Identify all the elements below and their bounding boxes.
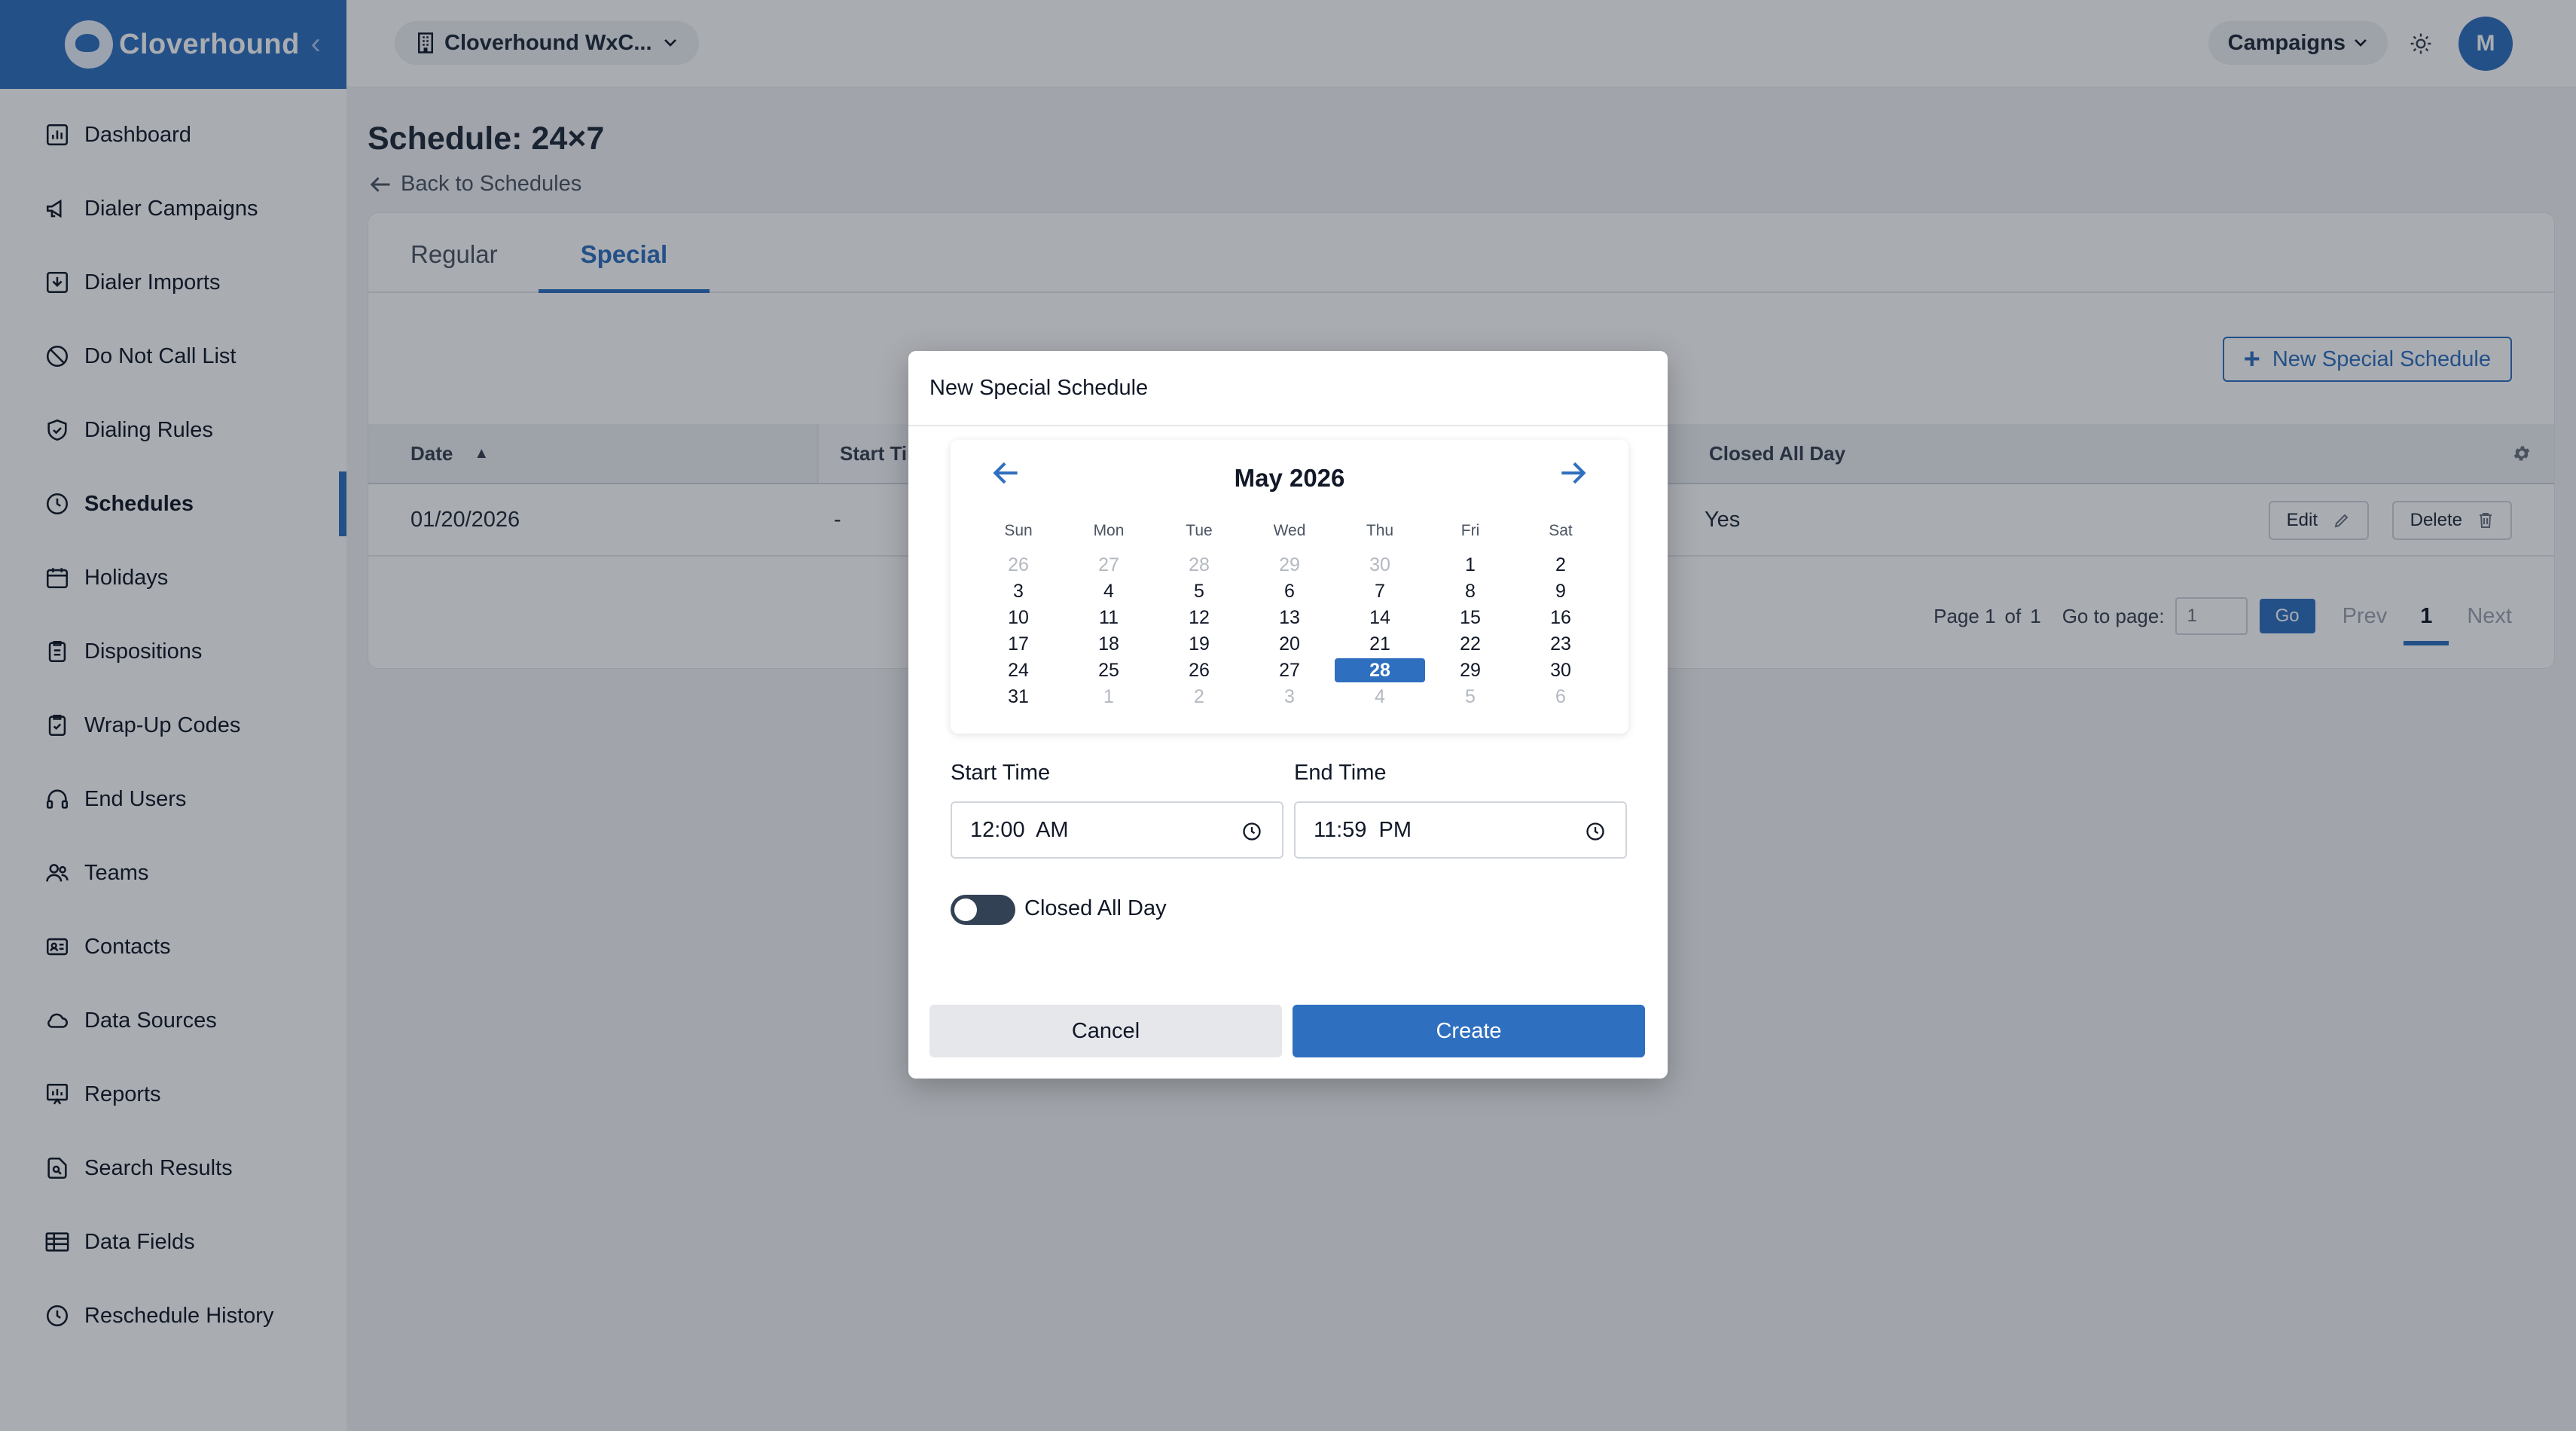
calendar-day[interactable]: 10 — [973, 606, 1064, 630]
calendar-week-row: 3456789 — [973, 578, 1606, 604]
calendar-day[interactable]: 1 — [1425, 553, 1515, 577]
start-time-value: 12:00 AM — [970, 817, 1069, 842]
calendar-day[interactable]: 29 — [1244, 553, 1335, 577]
calendar-week-row: 17 18 19 20 21 22 23 — [973, 630, 1606, 657]
calendar-week-row: 26 27 28 29 30 1 2 — [973, 551, 1606, 578]
end-time-input[interactable]: 11:59 PM — [1294, 801, 1627, 859]
calendar-day[interactable]: 15 — [1425, 606, 1515, 630]
calendar-weeks: 26 27 28 29 30 1 2 3 4 5 6 7 8 9 10 11 12 13 14 15 16 17 18 19 2… — [973, 551, 1606, 709]
calendar-day[interactable]: 20 — [1244, 632, 1335, 656]
calendar-day[interactable]: 14 — [1335, 606, 1425, 630]
calendar-day[interactable]: 31 — [973, 685, 1064, 709]
calendar-day[interactable]: 3 — [973, 579, 1064, 603]
date-picker: May 2026 Sun Mon Tue Wed Thu Fri Sat 26 2… — [951, 440, 1628, 734]
calendar-day[interactable]: 8 — [1425, 579, 1515, 603]
closed-all-day-toggle[interactable] — [951, 895, 1015, 925]
dialog-title: New Special Schedule — [908, 351, 1668, 426]
weekday-label: Wed — [1273, 522, 1306, 539]
calendar-day[interactable]: 16 — [1515, 606, 1606, 630]
calendar-week-row: 24 25 26 27 28 29 30 — [973, 657, 1606, 683]
calendar-day[interactable]: 23 — [1515, 632, 1606, 656]
calendar-day[interactable]: 5 — [1154, 579, 1244, 603]
clock-icon[interactable] — [1241, 821, 1262, 842]
calendar-day[interactable]: 29 — [1425, 658, 1515, 682]
calendar-day[interactable]: 9 — [1515, 579, 1606, 603]
calendar-grid: Sun Mon Tue Wed Thu Fri Sat 26 27 28 29 30 1 2… — [973, 520, 1606, 709]
clock-icon[interactable] — [1585, 821, 1606, 842]
weekday-row: Sun Mon Tue Wed Thu Fri Sat — [973, 520, 1606, 542]
weekday-label: Fri — [1460, 522, 1480, 539]
calendar-day[interactable]: 28 — [1154, 553, 1244, 577]
calendar-day[interactable]: 7 — [1335, 579, 1425, 603]
calendar-day[interactable]: 27 — [1064, 553, 1154, 577]
calendar-day[interactable]: 17 — [973, 632, 1064, 656]
calendar-month-label: May 2026 — [1234, 464, 1345, 492]
calendar-day[interactable]: 26 — [1154, 658, 1244, 682]
start-time-input[interactable]: 12:00 AM — [951, 801, 1283, 859]
calendar-day[interactable]: 21 — [1335, 632, 1425, 656]
calendar-day[interactable]: 24 — [973, 658, 1064, 682]
start-time-label: Start Time — [951, 761, 1051, 785]
calendar-day[interactable]: 6 — [1515, 685, 1606, 709]
calendar-week-row: 10 11 12 13 14 15 16 — [973, 604, 1606, 630]
weekday-label: Mon — [1093, 522, 1125, 539]
calendar-day[interactable]: 4 — [1335, 685, 1425, 709]
end-time-value: 11:59 PM — [1314, 817, 1412, 842]
calendar-day[interactable]: 3 — [1244, 685, 1335, 709]
calendar-day[interactable]: 2 — [1515, 553, 1606, 577]
calendar-day[interactable]: 11 — [1064, 606, 1154, 630]
calendar-day[interactable]: 1 — [1064, 685, 1154, 709]
calendar-day[interactable]: 12 — [1154, 606, 1244, 630]
arrow-right-icon[interactable] — [1556, 456, 1589, 490]
weekday-label: Sun — [1004, 522, 1033, 539]
toggle-knob — [954, 899, 977, 921]
calendar-day[interactable]: 4 — [1064, 579, 1154, 603]
calendar-week-row: 31 1 2 3 4 5 6 — [973, 683, 1606, 709]
weekday-label: Thu — [1366, 522, 1394, 539]
calendar-day[interactable]: 30 — [1335, 553, 1425, 577]
calendar-day[interactable]: 19 — [1154, 632, 1244, 656]
calendar-day[interactable]: 27 — [1244, 658, 1335, 682]
cancel-button[interactable]: Cancel — [929, 1005, 1282, 1057]
calendar-day[interactable]: 26 — [973, 553, 1064, 577]
calendar-day[interactable]: 6 — [1244, 579, 1335, 603]
calendar-day-selected[interactable]: 28 — [1335, 658, 1425, 682]
calendar-day[interactable]: 22 — [1425, 632, 1515, 656]
calendar-day[interactable]: 13 — [1244, 606, 1335, 630]
weekday-label: Tue — [1186, 522, 1213, 539]
calendar-day[interactable]: 18 — [1064, 632, 1154, 656]
calendar-day[interactable]: 2 — [1154, 685, 1244, 709]
closed-all-day-label: Closed All Day — [1024, 896, 1167, 920]
calendar-day[interactable]: 25 — [1064, 658, 1154, 682]
calendar-day[interactable]: 30 — [1515, 658, 1606, 682]
weekday-label: Sat — [1549, 522, 1573, 539]
new-special-schedule-dialog: New Special Schedule May 2026 Sun Mon Tu… — [908, 351, 1668, 1079]
create-button[interactable]: Create — [1293, 1005, 1645, 1057]
calendar-day[interactable]: 5 — [1425, 685, 1515, 709]
end-time-label: End Time — [1294, 761, 1387, 785]
